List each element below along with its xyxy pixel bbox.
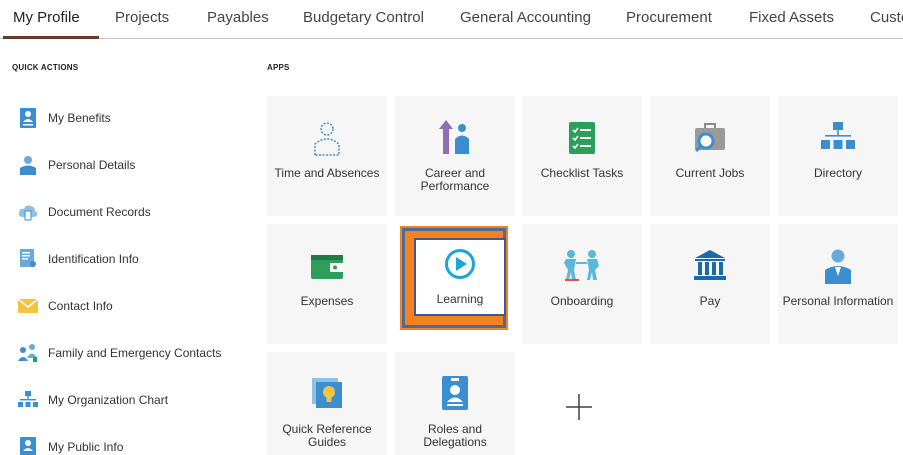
wallet-icon xyxy=(310,248,344,284)
briefcase-search-icon xyxy=(693,120,727,156)
app-tile-label: Time and Absences xyxy=(274,166,380,180)
app-tile-label: Directory xyxy=(813,166,862,180)
active-tab-indicator xyxy=(3,36,99,39)
app-tile-label: Personal Information xyxy=(782,294,894,308)
app-tile-career-performance[interactable]: Career and Performance xyxy=(395,96,515,216)
family-icon xyxy=(18,343,38,363)
app-tile-label: Expenses xyxy=(300,294,354,308)
top-navigation: My Profile Projects Payables Budgetary C… xyxy=(0,0,903,39)
quick-actions-heading: QUICK ACTIONS xyxy=(12,63,79,72)
id-card-icon xyxy=(18,249,38,269)
career-growth-icon xyxy=(438,120,472,156)
app-tile-current-jobs[interactable]: Current Jobs xyxy=(650,96,770,216)
app-tile-label: Career and Performance xyxy=(420,166,490,193)
tab-custo[interactable]: Custo xyxy=(870,9,903,26)
app-tile-label: Onboarding xyxy=(550,294,614,308)
app-tile-learning[interactable]: Learning xyxy=(400,226,508,330)
checklist-icon xyxy=(569,120,595,156)
lightbulb-icon xyxy=(310,376,344,412)
public-profile-icon xyxy=(18,437,38,455)
app-tile-pay[interactable]: Pay xyxy=(650,224,770,344)
app-tile-label: Current Jobs xyxy=(675,166,745,180)
onboarding-icon xyxy=(562,248,602,284)
person-icon xyxy=(18,155,38,175)
app-tile-onboarding[interactable]: Onboarding xyxy=(522,224,642,344)
quick-action-label: My Benefits xyxy=(48,111,111,125)
play-circle-icon xyxy=(444,248,476,285)
app-tile-personal-information[interactable]: Personal Information xyxy=(778,224,898,344)
quick-action-document-records[interactable]: Document Records xyxy=(18,200,248,224)
app-tile-quick-reference-guides[interactable]: Quick Reference Guides xyxy=(267,352,387,455)
app-tile-label: Roles and Delegations xyxy=(423,422,487,449)
app-tile-directory[interactable]: Directory xyxy=(778,96,898,216)
quick-action-family-contacts[interactable]: Family and Emergency Contacts xyxy=(18,341,248,365)
tab-projects[interactable]: Projects xyxy=(115,9,169,26)
app-tile-label: Quick Reference Guides xyxy=(282,422,372,449)
cloud-document-icon xyxy=(18,202,38,222)
quick-action-label: Personal Details xyxy=(48,158,136,172)
org-chart-icon xyxy=(18,390,38,410)
quick-action-label: Document Records xyxy=(48,205,151,219)
bank-icon xyxy=(693,248,727,284)
tab-budgetary-control[interactable]: Budgetary Control xyxy=(303,9,424,26)
apps-heading: APPS xyxy=(267,63,290,72)
app-tile-time-absences[interactable]: Time and Absences xyxy=(267,96,387,216)
quick-action-label: Contact Info xyxy=(48,299,113,313)
quick-action-org-chart[interactable]: My Organization Chart xyxy=(18,388,248,412)
tab-general-accounting[interactable]: General Accounting xyxy=(460,9,591,26)
app-tile-checklist-tasks[interactable]: Checklist Tasks xyxy=(522,96,642,216)
learning-tile-inner: Learning xyxy=(414,238,506,316)
badge-icon xyxy=(442,376,468,412)
quick-action-label: Family and Emergency Contacts xyxy=(48,346,222,360)
directory-icon xyxy=(821,120,855,156)
quick-action-label: My Organization Chart xyxy=(48,393,169,407)
quick-action-my-benefits[interactable]: My Benefits xyxy=(18,106,248,130)
app-tile-label: Learning xyxy=(436,292,484,306)
tab-procurement[interactable]: Procurement xyxy=(626,9,712,26)
person-outline-icon xyxy=(314,120,340,156)
person-icon xyxy=(824,248,852,284)
quick-action-label: Identification Info xyxy=(48,252,139,266)
plus-icon[interactable] xyxy=(564,392,594,422)
tab-payables[interactable]: Payables xyxy=(207,9,269,26)
quick-action-personal-details[interactable]: Personal Details xyxy=(18,153,248,177)
benefits-icon xyxy=(18,108,38,128)
tab-my-profile[interactable]: My Profile xyxy=(13,9,80,26)
app-tile-expenses[interactable]: Expenses xyxy=(267,224,387,344)
app-tile-label: Checklist Tasks xyxy=(540,166,624,180)
quick-action-identification-info[interactable]: Identification Info xyxy=(18,247,248,271)
quick-action-my-public-info[interactable]: My Public Info xyxy=(18,435,248,455)
quick-action-contact-info[interactable]: Contact Info xyxy=(18,294,248,318)
app-tile-roles-delegations[interactable]: Roles and Delegations xyxy=(395,352,515,455)
envelope-icon xyxy=(18,296,38,316)
tab-fixed-assets[interactable]: Fixed Assets xyxy=(749,9,834,26)
app-tile-label: Pay xyxy=(699,294,721,308)
quick-action-label: My Public Info xyxy=(48,440,124,454)
